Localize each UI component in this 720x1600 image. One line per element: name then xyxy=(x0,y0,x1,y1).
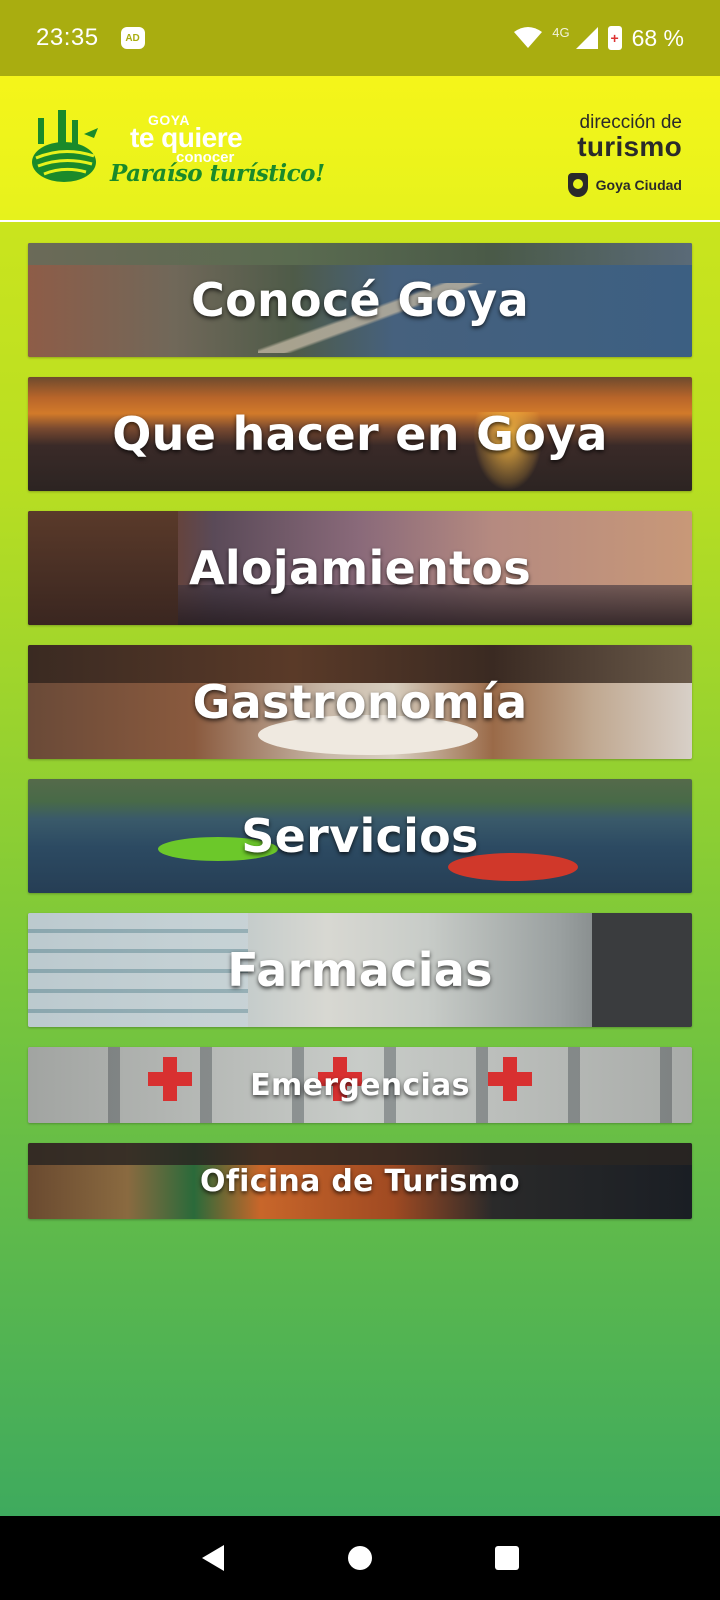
system-nav-bar xyxy=(0,1516,720,1600)
menu-item-emergencias[interactable]: Emergencias xyxy=(28,1047,692,1123)
menu-item-servicios[interactable]: Servicios xyxy=(28,779,692,893)
logo-tagline: Paraíso turístico! xyxy=(110,160,325,187)
menu-item-oficina-turismo[interactable]: Oficina de Turismo xyxy=(28,1143,692,1219)
city-seal-icon xyxy=(567,173,588,197)
app-header: GOYA te quiere conocer Paraíso turístico… xyxy=(0,76,720,222)
network-type-label: 4G xyxy=(552,24,570,40)
status-time: 23:35 xyxy=(36,24,99,51)
battery-percent: 68 % xyxy=(631,24,684,51)
menu-item-gastronomia[interactable]: Gastronomía xyxy=(28,645,692,759)
home-circle-icon xyxy=(347,1546,372,1570)
menu-item-label: Servicios xyxy=(241,809,479,863)
menu-item-label: Emergencias xyxy=(250,1067,470,1103)
menu-item-label: Que hacer en Goya xyxy=(112,407,608,461)
status-bar: 23:35 AD 4G 68 % xyxy=(0,0,720,76)
recents-button[interactable] xyxy=(483,1534,531,1582)
home-button[interactable] xyxy=(336,1534,384,1582)
wifi-icon xyxy=(514,27,543,48)
goya-logo-icon xyxy=(32,110,98,182)
menu-item-label: Gastronomía xyxy=(192,675,528,729)
recents-square-icon xyxy=(494,1546,519,1570)
battery-icon xyxy=(607,26,622,50)
menu-item-que-hacer[interactable]: Que hacer en Goya xyxy=(28,377,692,491)
status-icons: 4G 68 % xyxy=(514,25,684,52)
direccion-line2: turismo xyxy=(577,131,682,162)
menu-item-conoce-goya[interactable]: Conocé Goya xyxy=(28,243,692,357)
menu-item-label: Alojamientos xyxy=(189,541,531,595)
menu-item-farmacias[interactable]: Farmacias xyxy=(28,913,692,1027)
back-triangle-icon xyxy=(202,1545,225,1571)
goya-ciudad-badge: Goya Ciudad xyxy=(567,173,682,197)
red-cross-icon xyxy=(488,1057,532,1101)
red-cross-icon xyxy=(148,1057,192,1101)
signal-icon xyxy=(575,27,598,49)
menu-item-label: Farmacias xyxy=(227,943,493,997)
direccion-turismo-logo: dirección de turismo Goya Ciudad xyxy=(567,112,682,197)
menu-item-alojamientos[interactable]: Alojamientos xyxy=(28,511,692,625)
back-button[interactable] xyxy=(189,1534,237,1582)
goya-ciudad-label: Goya Ciudad xyxy=(595,177,682,193)
menu-item-label: Oficina de Turismo xyxy=(200,1163,520,1199)
adblock-icon: AD xyxy=(120,27,145,49)
menu-item-label: Conocé Goya xyxy=(191,273,529,327)
